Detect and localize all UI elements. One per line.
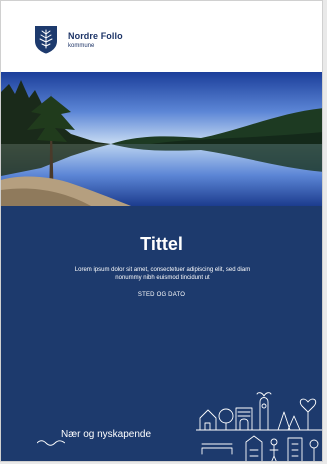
body-text: Lorem ipsum dolor sit amet, consectetuer… (74, 267, 251, 281)
report-cover-page: Nordre Follo kommune Tittel Lorem ipsum … (0, 0, 323, 462)
logo-name: Nordre Follo (68, 31, 123, 41)
cover-panel: Tittel Lorem ipsum dolor sit amet, conse… (1, 206, 322, 461)
townscape-illustration (196, 392, 322, 461)
header: Nordre Follo kommune (1, 1, 322, 72)
slogan: Nær og nyskapende (61, 429, 152, 440)
place-and-date: STED OG DATO (137, 292, 186, 298)
logo-subtitle: kommune (68, 43, 95, 49)
municipal-shield-icon (35, 26, 57, 54)
lake-landscape-image (1, 72, 322, 206)
cover-photo (1, 72, 322, 206)
page-title: Tittel (140, 234, 183, 254)
